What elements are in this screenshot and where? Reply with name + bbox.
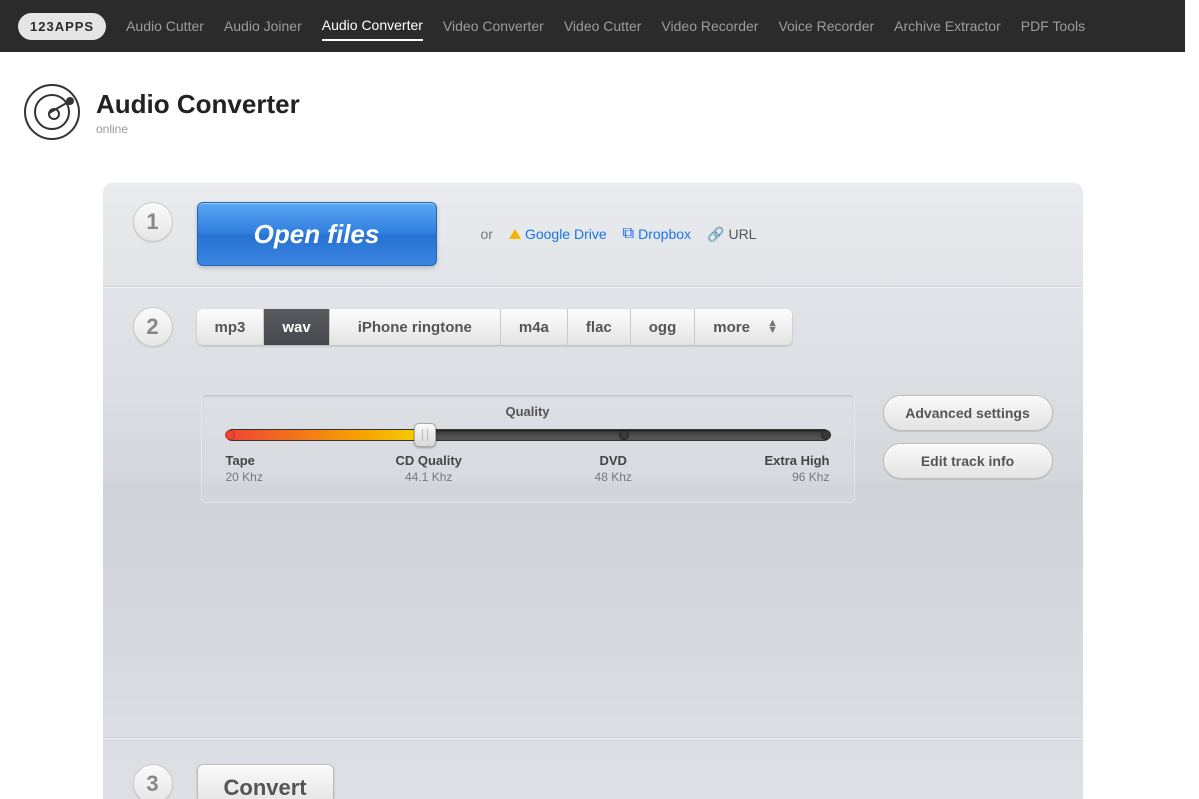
google-drive-icon (509, 229, 521, 239)
nav-archive-extractor[interactable]: Archive Extractor (894, 12, 1001, 40)
nav-pdf-tools[interactable]: PDF Tools (1021, 12, 1085, 40)
quality-tick-2 (619, 430, 629, 440)
format-segmented-control: mp3 wav iPhone ringtone m4a flac ogg mor… (197, 309, 792, 345)
step-1: 1 Open files or Google Drive ⧉ Dropbox 🔗… (103, 182, 1083, 286)
step-2-badge: 2 (133, 307, 173, 347)
step-1-badge: 1 (133, 202, 173, 242)
quality-mark-2-name: DVD (599, 453, 626, 468)
quality-labels: Tape 20 Khz CD Quality 44.1 Khz DVD 48 K… (226, 453, 830, 484)
quality-mark-2-detail: 48 Khz (595, 470, 632, 484)
source-links: or Google Drive ⧉ Dropbox 🔗 URL (481, 202, 757, 266)
open-files-button[interactable]: Open files (197, 202, 437, 266)
format-m4a[interactable]: m4a (501, 309, 568, 345)
nav-video-cutter[interactable]: Video Cutter (564, 12, 642, 40)
page-title: Audio Converter (96, 89, 300, 120)
step-2: 2 mp3 wav iPhone ringtone m4a flac ogg m… (103, 286, 1083, 737)
up-down-icon: ▲▼ (767, 320, 778, 334)
nav-voice-recorder[interactable]: Voice Recorder (778, 12, 874, 40)
top-nav: 123APPS Audio Cutter Audio Joiner Audio … (0, 0, 1185, 52)
link-icon: 🔗 (707, 226, 724, 243)
quality-slider-fill (227, 430, 426, 440)
format-iphone-ringtone[interactable]: iPhone ringtone (330, 309, 501, 345)
quality-tick-3 (821, 430, 831, 440)
format-more-label: more (713, 319, 750, 336)
page-subtitle: online (96, 122, 300, 136)
or-text: or (481, 226, 493, 242)
dropbox-link[interactable]: ⧉ Dropbox (623, 225, 691, 243)
quality-slider-thumb[interactable] (414, 423, 436, 447)
step-3-badge: 3 (133, 764, 173, 799)
nav-video-recorder[interactable]: Video Recorder (661, 12, 758, 40)
quality-mark-0-detail: 20 Khz (226, 470, 263, 484)
nav-video-converter[interactable]: Video Converter (443, 12, 544, 40)
google-drive-label: Google Drive (525, 226, 607, 242)
nav-audio-joiner[interactable]: Audio Joiner (224, 12, 302, 40)
quality-tick-0 (225, 430, 235, 440)
url-link[interactable]: 🔗 URL (707, 226, 756, 243)
nav-audio-converter[interactable]: Audio Converter (322, 11, 423, 41)
dropbox-icon: ⧉ (623, 225, 634, 243)
convert-button[interactable]: Convert (197, 764, 334, 799)
format-wav[interactable]: wav (264, 309, 329, 345)
nav-audio-cutter[interactable]: Audio Cutter (126, 12, 204, 40)
edit-track-info-button[interactable]: Edit track info (883, 443, 1053, 479)
brand-logo[interactable]: 123APPS (18, 13, 106, 40)
quality-slider[interactable] (226, 429, 830, 441)
disc-icon (24, 84, 80, 140)
quality-label: Quality (226, 404, 830, 419)
format-mp3[interactable]: mp3 (197, 309, 265, 345)
dropbox-label: Dropbox (638, 226, 691, 242)
quality-mark-3-name: Extra High (764, 453, 829, 468)
quality-mark-0-name: Tape (226, 453, 255, 468)
format-ogg[interactable]: ogg (631, 309, 696, 345)
page-header: Audio Converter online (0, 52, 1185, 164)
google-drive-link[interactable]: Google Drive (509, 226, 607, 242)
format-more[interactable]: more ▲▼ (695, 309, 792, 345)
url-label: URL (728, 226, 756, 242)
step-3: 3 Convert (103, 737, 1083, 799)
advanced-settings-button[interactable]: Advanced settings (883, 395, 1053, 431)
quality-mark-1-detail: 44.1 Khz (395, 470, 461, 484)
main-card: 1 Open files or Google Drive ⧉ Dropbox 🔗… (103, 182, 1083, 799)
quality-panel: Quality Tape 20 Khz (201, 395, 855, 503)
quality-mark-1-name: CD Quality (395, 453, 461, 468)
format-flac[interactable]: flac (568, 309, 631, 345)
quality-mark-3-detail: 96 Khz (764, 470, 829, 484)
